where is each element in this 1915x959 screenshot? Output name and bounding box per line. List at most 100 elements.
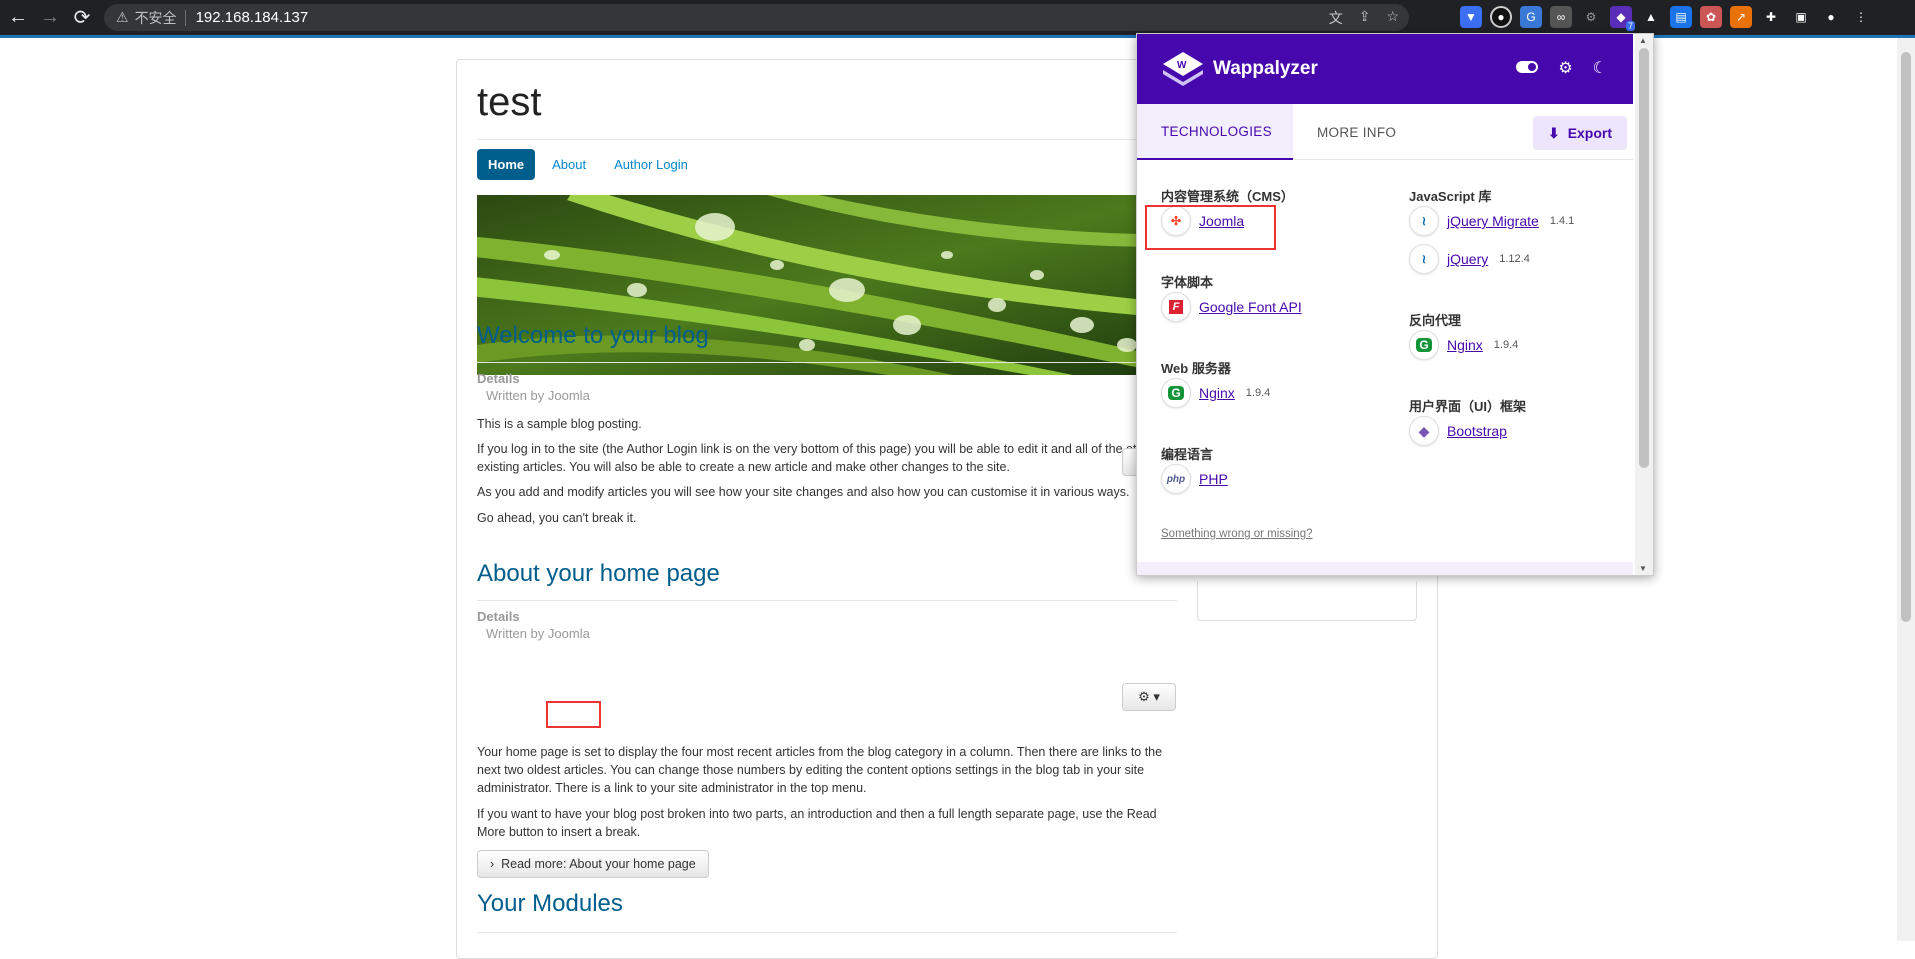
divider [477, 600, 1177, 601]
tech-name[interactable]: Google Font API [1199, 299, 1302, 315]
scrollbar-thumb[interactable] [1639, 48, 1649, 468]
tech-item-google-font-api[interactable]: F Google Font API [1161, 292, 1302, 322]
extension-file-icon[interactable]: ▤ [1670, 6, 1692, 28]
extension-vue-icon[interactable]: ▼ [1460, 6, 1482, 28]
category-programming-language: 编程语言 [1161, 447, 1214, 462]
scrollbar-thumb[interactable] [1901, 52, 1911, 622]
forward-arrow-icon[interactable]: → [34, 4, 66, 32]
article-paragraph: If you log in to the site (the Author Lo… [477, 442, 1155, 474]
nginx-icon: G [1409, 330, 1439, 360]
article-title[interactable]: Welcome to your blog [477, 322, 709, 350]
category-reverse-proxy: 反向代理 [1409, 313, 1462, 328]
side-panel-icon[interactable]: ▣ [1790, 6, 1812, 28]
tech-item-nginx[interactable]: G Nginx 1.9.4 [1161, 378, 1270, 408]
category-font-scripts: 字体脚本 [1161, 275, 1214, 290]
insecure-label: 不安全 [134, 9, 177, 26]
article-details: Details Written by Joomla [477, 609, 590, 641]
details-label: Details [477, 371, 520, 386]
divider [184, 9, 186, 26]
article-paragraph: Go ahead, you can't break it. [477, 511, 637, 525]
toggle-switch-icon[interactable] [1516, 61, 1539, 73]
written-by-prefix: Written by [486, 626, 545, 641]
tech-version: 1.9.4 [1245, 387, 1271, 399]
export-label: Export [1567, 125, 1613, 141]
article-actions-button[interactable]: ⚙ ▾ [1122, 683, 1176, 711]
category-javascript-libraries: JavaScript 库 [1409, 189, 1492, 204]
popup-footer [1137, 562, 1633, 575]
tech-name[interactable]: Nginx [1199, 385, 1235, 401]
article-paragraph: If you want to have your blog post broke… [477, 807, 1157, 839]
tech-item-jquery[interactable]: ≀ jQuery 1.12.4 [1409, 244, 1530, 274]
article-paragraph: This is a sample blog posting. [477, 417, 642, 431]
dark-mode-moon-icon[interactable]: ☾ [1593, 58, 1607, 78]
share-icon[interactable]: ⇪ [1359, 8, 1371, 28]
jquery-icon: ≀ [1409, 206, 1439, 236]
divider [477, 932, 1177, 933]
tech-name[interactable]: jQuery Migrate [1447, 213, 1539, 229]
extension-translate-icon[interactable]: G [1520, 6, 1542, 28]
tab-more-info[interactable]: MORE INFO [1317, 104, 1396, 160]
download-icon: ⬇ [1547, 124, 1560, 141]
extension-glasses-icon[interactable]: ∞ [1550, 6, 1572, 28]
tab-technologies[interactable]: TECHNOLOGIES [1137, 104, 1293, 160]
scroll-down-arrow-icon[interactable]: ▼ [1639, 564, 1647, 573]
extension-cookie-icon[interactable]: ✿ [1700, 6, 1722, 28]
site-title[interactable]: test [477, 80, 541, 125]
tech-name[interactable]: PHP [1199, 471, 1228, 487]
scroll-up-arrow-icon[interactable]: ▲ [1639, 36, 1647, 45]
extension-wappalyzer-icon[interactable]: ◆ 7 [1610, 6, 1635, 31]
article-title[interactable]: About your home page [477, 560, 720, 588]
extension-circle-icon[interactable]: ● [1490, 6, 1512, 28]
extension-gear-icon[interactable]: ⚙ [1580, 6, 1602, 28]
category-web-server: Web 服务器 [1161, 361, 1231, 376]
extension-badge: 7 [1625, 21, 1635, 31]
tech-name[interactable]: jQuery [1447, 251, 1488, 267]
nav-home[interactable]: Home [477, 149, 536, 180]
bookmark-star-icon[interactable]: ☆ [1386, 8, 1399, 28]
tech-name[interactable]: Nginx [1447, 337, 1483, 353]
wappalyzer-logo-icon: W [1161, 50, 1205, 88]
translate-icon[interactable]: 文 [1329, 8, 1343, 28]
popup-scrollbar[interactable]: ▲ ▼ [1635, 34, 1653, 575]
divider [477, 362, 1177, 363]
article-details: Details Written by Joomla [477, 371, 590, 403]
author-line: Written by Joomla [477, 626, 590, 641]
chevron-right-icon: › [490, 857, 495, 871]
main-nav: Home About Author Login [477, 149, 699, 180]
address-bar[interactable]: ⚠ 不安全 192.168.184.137 文 ⇪ ☆ [104, 4, 1409, 31]
reload-icon[interactable]: ⟳ [66, 4, 98, 32]
settings-gear-icon[interactable]: ⚙ [1558, 58, 1572, 78]
divider [477, 139, 1197, 140]
nav-about[interactable]: About [541, 149, 597, 180]
author-line: Written by Joomla [486, 388, 590, 403]
article-paragraph: As you add and modify articles you will … [477, 485, 1130, 499]
feedback-link[interactable]: Something wrong or missing? [1161, 528, 1313, 540]
tech-item-nginx-proxy[interactable]: G Nginx 1.9.4 [1409, 330, 1518, 360]
export-button[interactable]: ⬇ Export [1533, 116, 1627, 150]
brand-name: Wappalyzer [1213, 58, 1318, 79]
tech-name[interactable]: Bootstrap [1447, 423, 1507, 439]
read-more-label: Read more: About your home page [501, 857, 696, 871]
read-more-button[interactable]: › Read more: About your home page [477, 850, 709, 878]
extension-arrow-icon[interactable]: ↗ [1730, 6, 1752, 28]
extension-mountain-icon[interactable]: ▲ [1640, 6, 1662, 28]
tech-item-jquery-migrate[interactable]: ≀ jQuery Migrate 1.4.1 [1409, 206, 1574, 236]
browser-toolbar: ← → ⟳ ⚠ 不安全 192.168.184.137 文 ⇪ ☆ ▼ ● G … [0, 0, 1915, 35]
tech-item-php[interactable]: php PHP [1161, 464, 1228, 494]
google-font-icon: F [1161, 292, 1191, 322]
page-scrollbar[interactable] [1897, 38, 1915, 941]
profile-icon[interactable]: ● [1820, 6, 1842, 28]
tech-item-bootstrap[interactable]: ◆ Bootstrap [1409, 416, 1507, 446]
gear-icon: ⚙ ▾ [1138, 689, 1160, 704]
menu-kebab-icon[interactable]: ⋮ [1850, 6, 1872, 28]
url-text: 192.168.184.137 [195, 9, 309, 26]
svg-text:W: W [1177, 60, 1187, 71]
nav-author-login[interactable]: Author Login [603, 149, 699, 180]
back-arrow-icon[interactable]: ← [2, 4, 34, 32]
wappalyzer-popup: W Wappalyzer ⚙ ☾ TECHNOLOGIES MORE INFO … [1136, 33, 1654, 576]
extensions-bar: ▼ ● G ∞ ⚙ ◆ 7 ▲ ▤ ✿ ↗ ✚ ▣ ● ⋮ [1460, 6, 1872, 31]
tech-version: 1.12.4 [1499, 253, 1530, 265]
extensions-puzzle-icon[interactable]: ✚ [1760, 6, 1782, 28]
popup-header: W Wappalyzer ⚙ ☾ [1137, 34, 1633, 104]
article-title[interactable]: Your Modules [477, 890, 623, 918]
